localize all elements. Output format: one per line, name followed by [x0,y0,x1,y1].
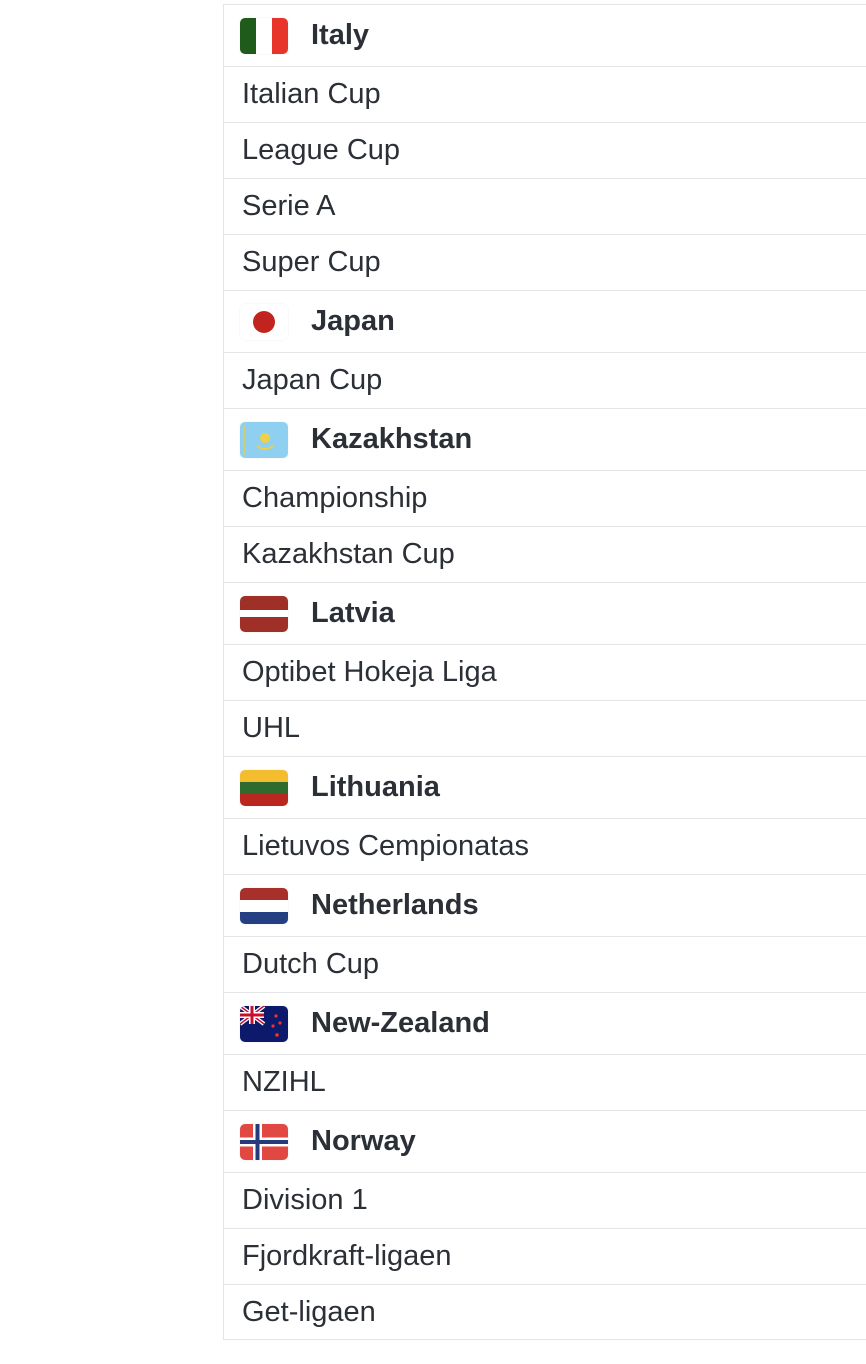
country-name: Latvia [311,597,395,629]
league-list: Italy Italian Cup League Cup Serie A Sup… [223,4,866,1340]
league-item[interactable]: Italian Cup [224,66,866,122]
country-header-italy[interactable]: Italy [224,4,866,66]
league-item[interactable]: NZIHL [224,1054,866,1110]
italy-flag-icon [240,17,288,54]
league-item[interactable]: Fjordkraft-ligaen [224,1228,866,1284]
league-item[interactable]: Japan Cup [224,352,866,408]
netherlands-flag-icon [240,887,288,924]
league-item[interactable]: Optibet Hokeja Liga [224,644,866,700]
country-name: Norway [311,1125,416,1157]
league-item[interactable]: UHL [224,700,866,756]
league-item[interactable]: Dutch Cup [224,936,866,992]
league-item[interactable]: Division 1 [224,1172,866,1228]
norway-flag-icon [240,1123,288,1160]
league-item[interactable]: Kazakhstan Cup [224,526,866,582]
new-zealand-flag-icon [240,1005,288,1042]
country-name: Lithuania [311,771,440,803]
country-header-new-zealand[interactable]: New-Zealand [224,992,866,1054]
country-name: Italy [311,19,370,51]
lithuania-flag-icon [240,769,288,806]
country-header-norway[interactable]: Norway [224,1110,866,1172]
league-item[interactable]: Super Cup [224,234,866,290]
country-header-kazakhstan[interactable]: Kazakhstan [224,408,866,470]
country-name: Japan [311,305,395,337]
country-header-japan[interactable]: Japan [224,290,866,352]
country-header-lithuania[interactable]: Lithuania [224,756,866,818]
league-item[interactable]: Championship [224,470,866,526]
latvia-flag-icon [240,595,288,632]
league-item[interactable]: Lietuvos Cempionatas [224,818,866,874]
league-item[interactable]: League Cup [224,122,866,178]
country-name: New-Zealand [311,1007,490,1039]
japan-flag-icon [240,303,288,340]
kazakhstan-flag-icon [240,421,288,458]
country-header-latvia[interactable]: Latvia [224,582,866,644]
league-item[interactable]: Get-ligaen [224,1284,866,1340]
country-header-netherlands[interactable]: Netherlands [224,874,866,936]
league-item[interactable]: Serie A [224,178,866,234]
country-name: Kazakhstan [311,423,473,455]
country-name: Netherlands [311,889,479,921]
